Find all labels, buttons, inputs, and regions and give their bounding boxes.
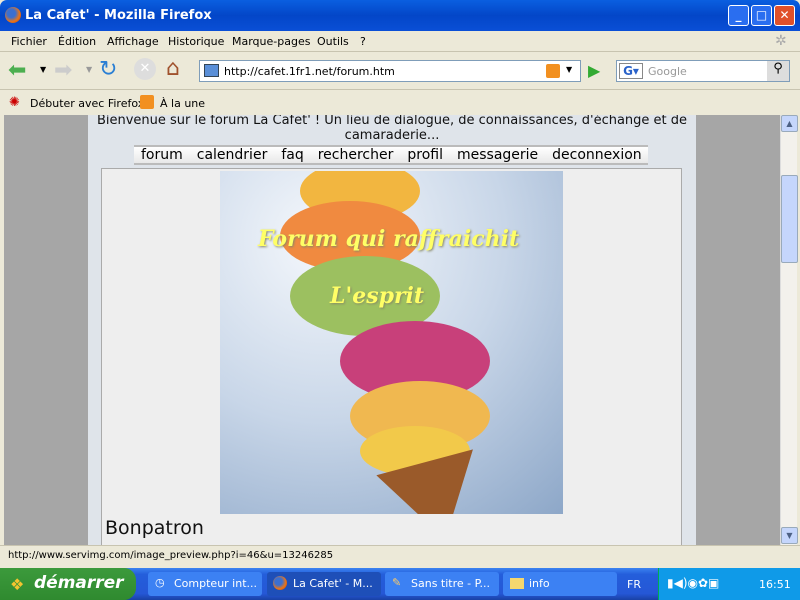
menu-help[interactable]: ? (360, 35, 366, 48)
task-label: Compteur int... (174, 577, 258, 590)
ice-cream-banner-image[interactable]: Forum qui raffraichit L'esprit (220, 171, 563, 514)
nav-deconnexion[interactable]: deconnexion (552, 147, 642, 163)
title-bar: La Cafet' - Mozilla Firefox _ □ ✕ (0, 0, 800, 31)
window-title: La Cafet' - Mozilla Firefox (25, 8, 212, 23)
taskbar: ❖ démarrer ◷ Compteur int... La Cafet' - … (0, 568, 800, 600)
close-button[interactable]: ✕ (774, 5, 795, 26)
post-box: Forum qui raffraichit L'esprit Bonpatron (101, 168, 682, 545)
forward-dropdown-icon[interactable]: ▼ (86, 65, 92, 74)
back-dropdown-icon[interactable]: ▼ (40, 65, 46, 74)
task-paint[interactable]: ✎ Sans titre - P... (385, 572, 499, 596)
url-dropdown-icon[interactable]: ▼ (566, 65, 572, 74)
folder-icon (510, 578, 524, 589)
task-label: Sans titre - P... (411, 577, 491, 590)
menu-affichage[interactable]: Affichage (107, 35, 159, 48)
system-tray: ▮◀)◉✿▣ 16:51 (658, 568, 800, 600)
menu-bar: Fichier Édition Affichage Historique Mar… (0, 31, 800, 52)
task-firefox[interactable]: La Cafet' - M... (267, 572, 381, 596)
search-input[interactable]: Google (648, 65, 687, 78)
nav-rechercher[interactable]: rechercher (318, 147, 394, 163)
nav-profil[interactable]: profil (407, 147, 443, 163)
start-button[interactable]: ❖ démarrer (0, 568, 136, 600)
menu-historique[interactable]: Historique (168, 35, 224, 48)
search-bar[interactable]: G▾ Google ⚲ (616, 60, 790, 82)
scroll-up-icon[interactable]: ▲ (781, 115, 798, 132)
forum-nav: forum calendrier faq rechercher profil messag… (134, 145, 648, 165)
banner-text-2: L'esprit (330, 283, 425, 309)
forward-icon[interactable]: ➡ (54, 58, 72, 83)
welcome-text: Bienvenue sur le forum La Cafet' ! Un li… (96, 115, 688, 143)
bookmark-a-la-une[interactable]: À la une (160, 97, 205, 110)
page-icon (204, 64, 219, 77)
clock: 16:51 (759, 578, 791, 591)
task-info[interactable]: info (503, 572, 617, 596)
username: Bonpatron (105, 517, 204, 539)
reload-icon[interactable]: ↻ (99, 57, 117, 82)
nav-messagerie[interactable]: messagerie (457, 147, 538, 163)
url-text[interactable]: http://cafet.1fr1.net/forum.htm (224, 65, 395, 78)
firefox-icon (5, 7, 21, 23)
start-label: démarrer (34, 573, 124, 593)
status-bar: http://www.servimg.com/image_preview.php… (0, 545, 800, 567)
google-icon[interactable]: G▾ (619, 63, 643, 79)
page-content: Bienvenue sur le forum La Cafet' ! Un li… (4, 115, 780, 545)
menu-edition[interactable]: Édition (58, 35, 96, 48)
banner-text-1: Forum qui raffraichit (258, 226, 520, 252)
maximize-button[interactable]: □ (751, 5, 772, 26)
nav-faq[interactable]: faq (281, 147, 303, 163)
task-label: La Cafet' - M... (293, 577, 373, 590)
throbber-icon: ✲ (775, 33, 787, 49)
menu-marque-pages[interactable]: Marque-pages (232, 35, 310, 48)
nav-forum[interactable]: forum (141, 147, 183, 163)
search-icon[interactable]: ⚲ (767, 61, 789, 81)
tray-icons[interactable]: ▮◀)◉✿▣ (667, 576, 719, 590)
rss-icon[interactable] (546, 64, 560, 78)
status-text: http://www.servimg.com/image_preview.php… (8, 550, 334, 561)
back-icon[interactable]: ⬅ (8, 58, 26, 83)
task-label: info (529, 577, 550, 590)
navigation-toolbar: ⬅ ▼ ➡ ▼ ↻ ✕ ⌂ http://cafet.1fr1.net/foru… (0, 52, 800, 90)
forum-page: Bienvenue sur le forum La Cafet' ! Un li… (88, 115, 696, 545)
stop-icon[interactable]: ✕ (134, 58, 156, 80)
bookmark-debuter[interactable]: Débuter avec Firefox (30, 97, 144, 110)
url-bar[interactable]: http://cafet.1fr1.net/forum.htm ▼ (199, 60, 581, 82)
paint-icon: ✎ (392, 576, 402, 589)
clock-app-icon: ◷ (155, 576, 165, 589)
language-indicator[interactable]: FR (627, 578, 641, 591)
go-icon[interactable]: ▶ (588, 61, 600, 80)
scroll-thumb[interactable] (781, 175, 798, 263)
menu-fichier[interactable]: Fichier (11, 35, 47, 48)
rss-bookmark-icon (140, 95, 154, 109)
firefox-task-icon (273, 576, 287, 590)
task-compteur[interactable]: ◷ Compteur int... (148, 572, 262, 596)
home-icon[interactable]: ⌂ (166, 56, 180, 81)
firefox-bookmark-icon: ✺ (9, 95, 20, 110)
menu-outils[interactable]: Outils (317, 35, 349, 48)
scroll-down-icon[interactable]: ▼ (781, 527, 798, 544)
vertical-scrollbar[interactable]: ▲ ▼ (780, 115, 798, 545)
minimize-button[interactable]: _ (728, 5, 749, 26)
nav-calendrier[interactable]: calendrier (197, 147, 268, 163)
bookmarks-toolbar: ✺ Débuter avec Firefox À la une (0, 90, 800, 115)
windows-logo-icon: ❖ (10, 575, 25, 594)
